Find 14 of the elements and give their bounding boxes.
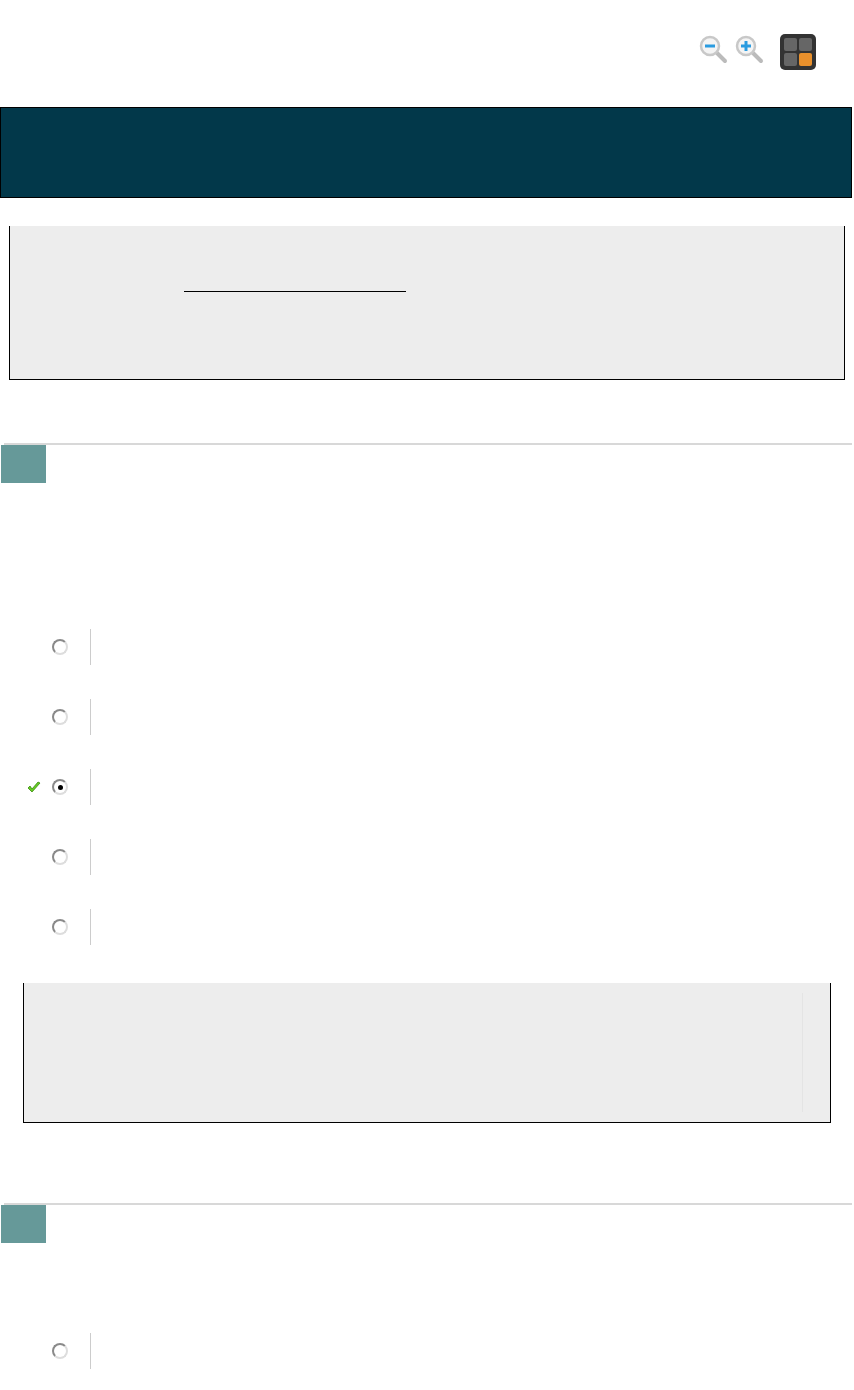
radio-button[interactable] bbox=[52, 919, 68, 935]
calculator-button[interactable] bbox=[780, 34, 816, 70]
question-number-block bbox=[1, 1205, 46, 1243]
radio-button[interactable] bbox=[52, 1343, 68, 1359]
zoom-in-button[interactable] bbox=[734, 34, 764, 64]
radio-button[interactable] bbox=[52, 779, 68, 795]
zoom-in-icon bbox=[734, 34, 764, 64]
question-number-block bbox=[1, 445, 46, 483]
calculator-icon bbox=[780, 34, 816, 70]
zoom-out-icon bbox=[698, 34, 728, 64]
radio-button[interactable] bbox=[52, 639, 68, 655]
radio-button[interactable] bbox=[52, 849, 68, 865]
radio-button[interactable] bbox=[52, 709, 68, 725]
zoom-out-button[interactable] bbox=[698, 34, 728, 64]
